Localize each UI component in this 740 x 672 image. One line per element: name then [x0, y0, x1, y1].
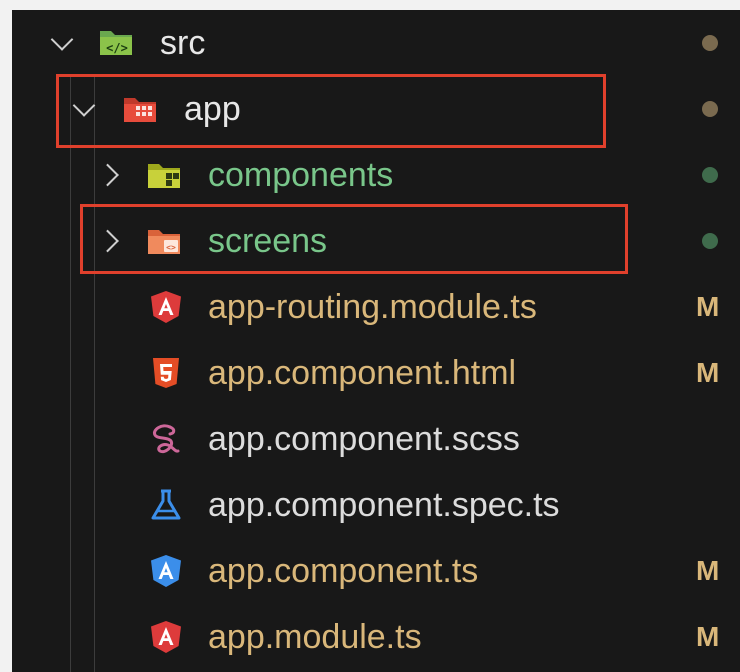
- tree-item-label: src: [160, 24, 206, 62]
- file-explorer: </> src app components <> screens app-ro…: [12, 10, 740, 672]
- angular-routing-icon: [148, 289, 184, 325]
- angular-component-icon: [148, 553, 184, 589]
- folder-app-icon: [122, 91, 158, 127]
- tree-item-label: components: [208, 156, 394, 194]
- svg-text:<>: <>: [166, 243, 176, 252]
- tree-item-label: screens: [208, 222, 328, 260]
- git-status-dot: [702, 101, 718, 117]
- git-modified-badge: M: [696, 357, 720, 388]
- tree-file-app-routing-module[interactable]: app-routing.module.ts M: [12, 274, 740, 340]
- tree-file-app-component-html[interactable]: app.component.html M: [12, 340, 740, 406]
- tree-file-app-component-scss[interactable]: app.component.scss: [12, 406, 740, 472]
- tree-file-label: app.component.scss: [208, 420, 520, 458]
- git-status-dot: [702, 35, 718, 51]
- chevron-down-icon[interactable]: [72, 94, 96, 117]
- folder-screens-icon: <>: [146, 223, 182, 259]
- tree-file-label: app.module.ts: [208, 618, 422, 656]
- html5-icon: [148, 355, 184, 391]
- git-modified-badge: M: [696, 621, 720, 652]
- folder-components-icon: [146, 157, 182, 193]
- chevron-right-icon[interactable]: [96, 229, 119, 253]
- git-modified-badge: M: [696, 291, 720, 322]
- chevron-down-icon[interactable]: [50, 28, 74, 51]
- tree-item-components[interactable]: components: [12, 142, 740, 208]
- tree-file-app-component-spec[interactable]: app.component.spec.ts: [12, 472, 740, 538]
- git-status-dot: [702, 167, 718, 183]
- angular-module-icon: [148, 619, 184, 655]
- sass-icon: [148, 421, 184, 457]
- tree-file-app-component-ts[interactable]: app.component.ts M: [12, 538, 740, 604]
- test-flask-icon: [148, 487, 184, 523]
- tree-file-label: app.component.spec.ts: [208, 486, 560, 524]
- tree-file-app-module[interactable]: app.module.ts M: [12, 604, 740, 670]
- tree-file-label: app-routing.module.ts: [208, 288, 537, 326]
- folder-src-icon: </>: [98, 24, 134, 60]
- git-modified-badge: M: [696, 555, 720, 586]
- git-status-dot: [702, 233, 718, 249]
- tree-file-label: app.component.ts: [208, 552, 479, 590]
- tree-item-src[interactable]: </> src: [12, 10, 740, 76]
- tree-file-label: app.component.html: [208, 354, 517, 392]
- tree-item-label: app: [184, 90, 241, 128]
- tree-item-screens[interactable]: <> screens: [12, 208, 740, 274]
- tree-item-app[interactable]: app: [12, 76, 740, 142]
- svg-text:</>: </>: [106, 41, 128, 55]
- chevron-right-icon[interactable]: [96, 163, 119, 187]
